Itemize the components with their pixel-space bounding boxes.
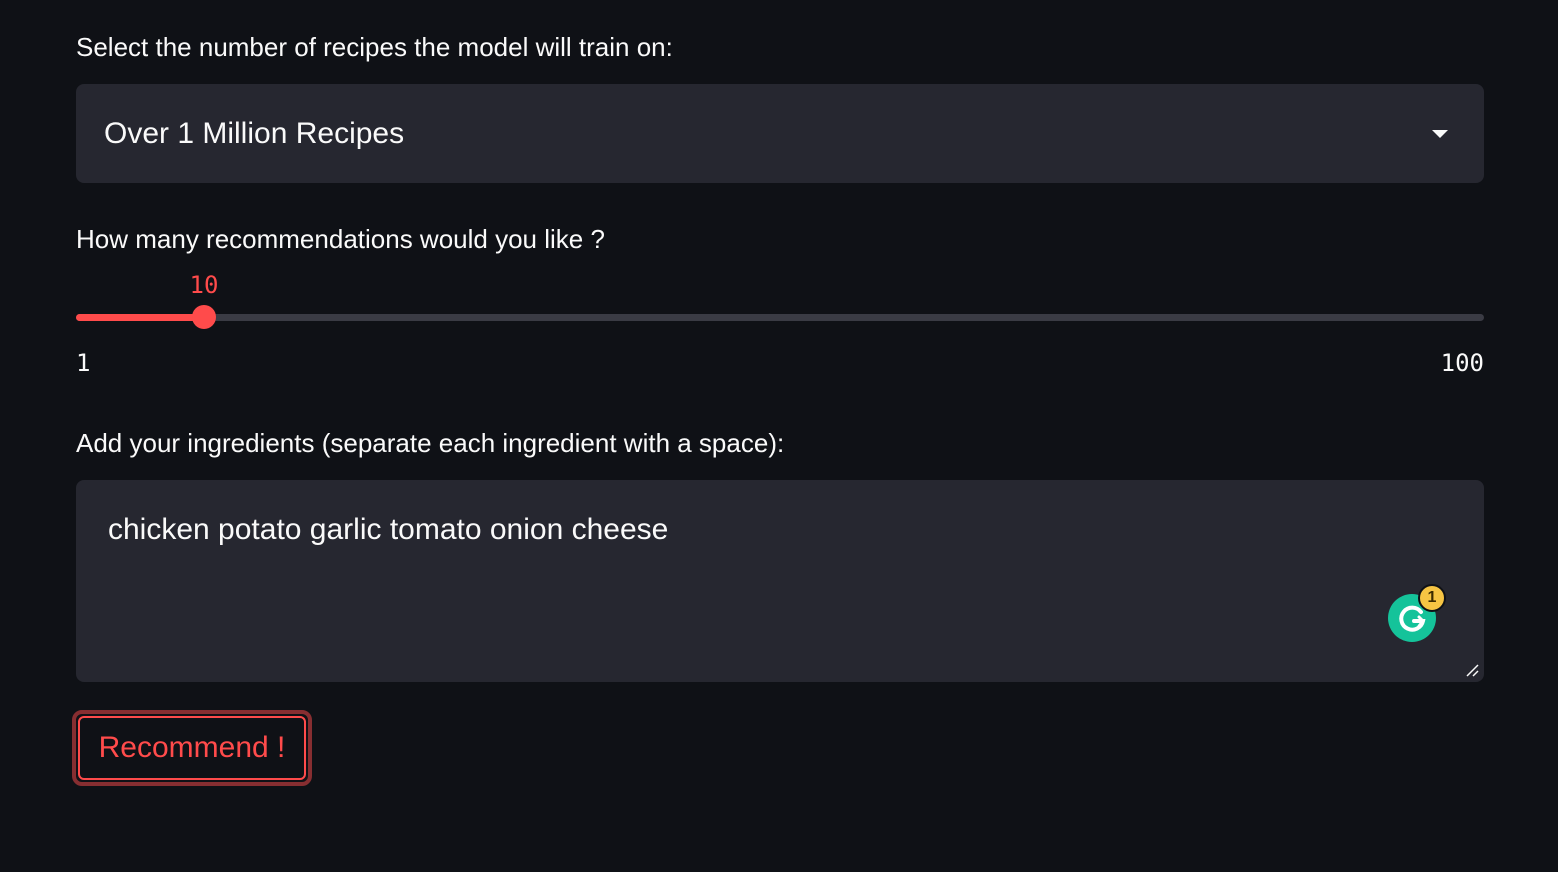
recommend-button[interactable]: Recommend ! [72, 710, 312, 786]
recommendations-slider-label: How many recommendations would you like … [76, 224, 605, 254]
resize-handle-icon[interactable] [1464, 662, 1480, 678]
slider-current-value: 10 [189, 271, 219, 299]
slider-min-label: 1 [76, 349, 91, 377]
recipe-count-select[interactable]: Over 1 Million Recipes [76, 84, 1484, 183]
recommend-button-label: Recommend ! [78, 716, 306, 780]
ingredients-label: Add your ingredients (separate each ingr… [76, 428, 785, 458]
grammarly-badge: 1 [1418, 584, 1446, 612]
slider-thumb[interactable] [192, 305, 216, 329]
slider-fill [76, 314, 204, 321]
ingredients-textarea[interactable]: chicken potato garlic tomato onion chees… [76, 480, 1484, 682]
ingredients-text: chicken potato garlic tomato onion chees… [108, 513, 669, 546]
model-select-label: Select the number of recipes the model w… [76, 32, 673, 62]
slider-track[interactable] [76, 314, 1484, 321]
chevron-down-icon [1432, 130, 1448, 138]
select-value: Over 1 Million Recipes [104, 117, 405, 150]
slider-max-label: 100 [1440, 349, 1484, 377]
